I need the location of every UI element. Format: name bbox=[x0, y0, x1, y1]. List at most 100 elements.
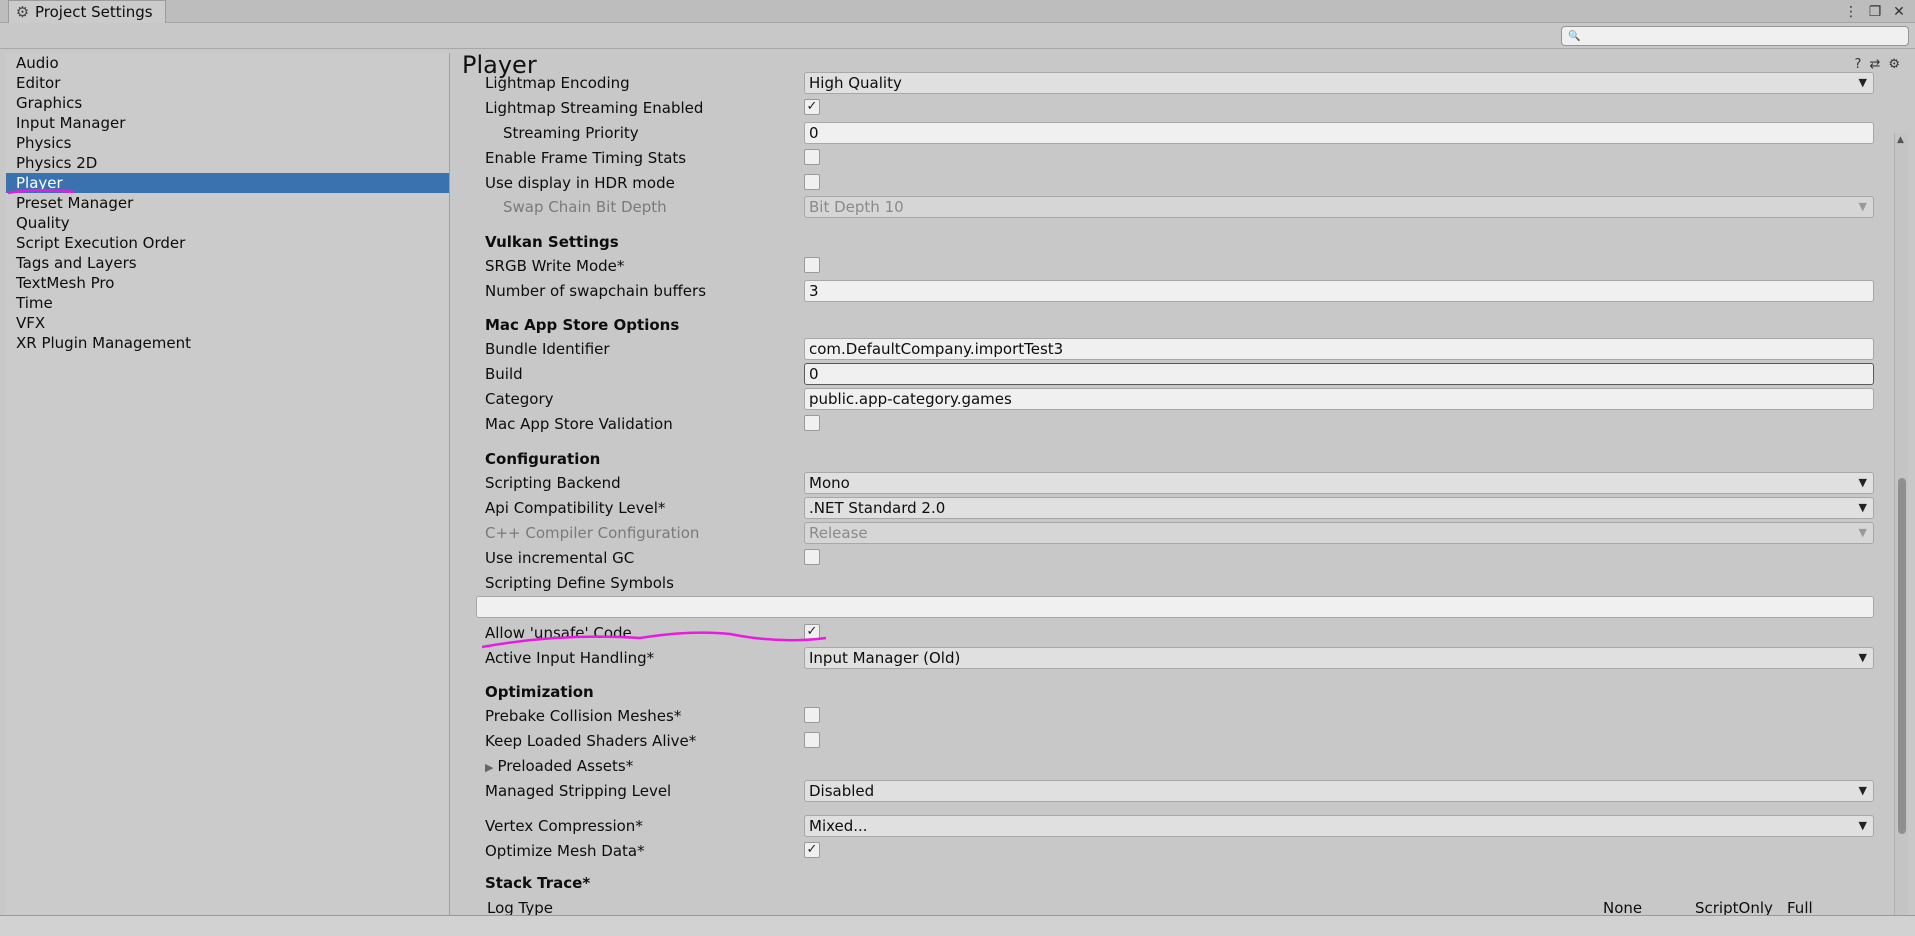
input-handling-dropdown[interactable]: Input Manager (Old) ▼ bbox=[804, 647, 1874, 669]
sidebar-item-audio[interactable]: Audio bbox=[6, 53, 449, 73]
bundle-id-field[interactable]: com.DefaultCompany.importTest3 bbox=[804, 338, 1874, 360]
input-handling-value: Input Manager (Old) bbox=[809, 649, 961, 667]
prebake-label: Prebake Collision Meshes* bbox=[485, 707, 682, 725]
category-field[interactable]: public.app-category.games bbox=[804, 388, 1874, 410]
maximize-icon[interactable]: ❐ bbox=[1867, 4, 1883, 20]
input-handling-label: Active Input Handling* bbox=[485, 649, 655, 667]
frame-timing-checkbox[interactable] bbox=[804, 149, 820, 165]
sidebar-item-physics[interactable]: Physics bbox=[6, 133, 449, 153]
lightmap-encoding-dropdown[interactable]: High Quality ▼ bbox=[804, 72, 1874, 94]
hdr-mode-checkbox[interactable] bbox=[804, 174, 820, 190]
help-icon[interactable]: ? bbox=[1855, 57, 1862, 72]
unsafe-code-checkbox[interactable]: ✓ bbox=[804, 624, 820, 640]
sidebar-item-input-manager[interactable]: Input Manager bbox=[6, 113, 449, 133]
sidebar-item-xr-plugin-management[interactable]: XR Plugin Management bbox=[6, 333, 449, 353]
api-level-value: .NET Standard 2.0 bbox=[809, 499, 946, 517]
col-none: None bbox=[1603, 899, 1643, 915]
search-input[interactable]: 🔍 bbox=[1561, 26, 1909, 46]
vertex-compression-row: Vertex Compression* Mixed... ▼ bbox=[476, 815, 1874, 837]
shaders-alive-label: Keep Loaded Shaders Alive* bbox=[485, 732, 697, 750]
chevron-down-icon: ▼ bbox=[1858, 200, 1867, 213]
scripting-backend-label: Scripting Backend bbox=[485, 474, 621, 492]
more-options-icon[interactable]: ⋮ bbox=[1843, 4, 1859, 20]
category-row: Category public.app-category.games bbox=[476, 388, 1874, 410]
close-icon[interactable]: ✕ bbox=[1891, 4, 1907, 20]
optimize-mesh-checkbox[interactable]: ✓ bbox=[804, 842, 820, 858]
validation-label: Mac App Store Validation bbox=[485, 415, 673, 433]
preloaded-assets-foldout[interactable]: ▶ Preloaded Assets* bbox=[485, 757, 633, 775]
sidebar-item-editor[interactable]: Editor bbox=[6, 73, 449, 93]
optimize-mesh-row: Optimize Mesh Data* ✓ bbox=[476, 840, 1866, 862]
sidebar-item-physics-2d[interactable]: Physics 2D bbox=[6, 153, 449, 173]
chevron-down-icon: ▼ bbox=[1858, 819, 1867, 832]
shaders-alive-row: Keep Loaded Shaders Alive* bbox=[476, 730, 1866, 752]
settings-gear-icon[interactable]: ⚙ bbox=[1888, 57, 1900, 72]
api-level-label: Api Compatibility Level* bbox=[485, 499, 666, 517]
sidebar-item-tags-and-layers[interactable]: Tags and Layers bbox=[6, 253, 449, 273]
chevron-down-icon: ▼ bbox=[1858, 526, 1867, 539]
srgb-checkbox[interactable] bbox=[804, 257, 820, 273]
swapchain-buffers-label: Number of swapchain buffers bbox=[485, 282, 707, 300]
chevron-down-icon: ▼ bbox=[1858, 76, 1867, 89]
vertex-compression-dropdown[interactable]: Mixed... ▼ bbox=[804, 815, 1874, 837]
lightmap-streaming-row: Lightmap Streaming Enabled ✓ bbox=[476, 97, 1866, 119]
build-row: Build 0 bbox=[476, 363, 1874, 385]
sidebar-item-preset-manager[interactable]: Preset Manager bbox=[6, 193, 449, 213]
scroll-up-icon[interactable]: ▲ bbox=[1897, 135, 1904, 145]
sidebar-item-vfx[interactable]: VFX bbox=[6, 313, 449, 333]
settings-sidebar: Audio Editor Graphics Input Manager Phys… bbox=[6, 53, 450, 915]
stripping-dropdown[interactable]: Disabled ▼ bbox=[804, 780, 1874, 802]
title-bar: ⚙ Project Settings ⋮ ❐ ✕ bbox=[0, 0, 1915, 23]
validation-checkbox[interactable] bbox=[804, 415, 820, 431]
frame-timing-label: Enable Frame Timing Stats bbox=[485, 149, 687, 167]
streaming-priority-row: Streaming Priority 0 bbox=[476, 122, 1874, 144]
define-symbols-field[interactable] bbox=[476, 596, 1874, 618]
project-settings-tab[interactable]: ⚙ Project Settings bbox=[8, 0, 166, 23]
lightmap-encoding-row: Lightmap Encoding High Quality ▼ bbox=[476, 72, 1874, 94]
presets-icon[interactable]: ⇄ bbox=[1869, 57, 1880, 72]
configuration-header: Configuration bbox=[485, 450, 601, 468]
optimize-mesh-label: Optimize Mesh Data* bbox=[485, 842, 645, 860]
stack-trace-header: Stack Trace* bbox=[485, 874, 591, 892]
vertical-scrollbar[interactable]: ▲ ▼ bbox=[1894, 133, 1908, 915]
srgb-row: SRGB Write Mode* bbox=[476, 255, 1866, 277]
swap-chain-dropdown: Bit Depth 10 ▼ bbox=[804, 196, 1874, 218]
api-level-dropdown[interactable]: .NET Standard 2.0 ▼ bbox=[804, 497, 1874, 519]
lightmap-encoding-label: Lightmap Encoding bbox=[485, 74, 630, 92]
category-label: Category bbox=[485, 390, 554, 408]
build-field[interactable]: 0 bbox=[804, 363, 1874, 385]
chevron-down-icon: ▼ bbox=[1858, 651, 1867, 664]
vertex-compression-label: Vertex Compression* bbox=[485, 817, 643, 835]
window-controls: ⋮ ❐ ✕ bbox=[1843, 0, 1907, 23]
sidebar-item-time[interactable]: Time bbox=[6, 293, 449, 313]
gear-icon: ⚙ bbox=[15, 3, 30, 21]
streaming-priority-field[interactable]: 0 bbox=[804, 122, 1874, 144]
hdr-mode-label: Use display in HDR mode bbox=[485, 174, 675, 192]
sidebar-item-player[interactable]: Player bbox=[6, 173, 449, 193]
lightmap-streaming-checkbox[interactable]: ✓ bbox=[804, 99, 820, 115]
preloaded-assets-label: Preloaded Assets* bbox=[497, 757, 634, 775]
header-icons: ? ⇄ ⚙ bbox=[1855, 57, 1900, 72]
col-full: Full bbox=[1787, 899, 1813, 915]
sidebar-item-graphics[interactable]: Graphics bbox=[6, 93, 449, 113]
optimization-header: Optimization bbox=[485, 683, 594, 701]
prebake-checkbox[interactable] bbox=[804, 707, 820, 723]
scrollbar-thumb[interactable] bbox=[1898, 478, 1906, 834]
swap-chain-row: Swap Chain Bit Depth Bit Depth 10 ▼ bbox=[476, 196, 1874, 218]
stripping-label: Managed Stripping Level bbox=[485, 782, 672, 800]
cpp-config-row: C++ Compiler Configuration Release ▼ bbox=[476, 522, 1874, 544]
sidebar-item-script-execution-order[interactable]: Script Execution Order bbox=[6, 233, 449, 253]
incremental-gc-checkbox[interactable] bbox=[804, 549, 820, 565]
validation-row: Mac App Store Validation bbox=[476, 413, 1866, 435]
preloaded-assets-row[interactable]: ▶ Preloaded Assets* bbox=[476, 755, 1866, 777]
bundle-id-row: Bundle Identifier com.DefaultCompany.imp… bbox=[476, 338, 1874, 360]
swapchain-buffers-field[interactable]: 3 bbox=[804, 280, 1874, 302]
shaders-alive-checkbox[interactable] bbox=[804, 732, 820, 748]
search-icon: 🔍 bbox=[1568, 30, 1581, 42]
sidebar-item-textmesh-pro[interactable]: TextMesh Pro bbox=[6, 273, 449, 293]
tab-title: Project Settings bbox=[35, 3, 153, 21]
swap-chain-label: Swap Chain Bit Depth bbox=[503, 198, 667, 216]
scripting-backend-dropdown[interactable]: Mono ▼ bbox=[804, 472, 1874, 494]
bottom-strip bbox=[0, 915, 1915, 936]
sidebar-item-quality[interactable]: Quality bbox=[6, 213, 449, 233]
